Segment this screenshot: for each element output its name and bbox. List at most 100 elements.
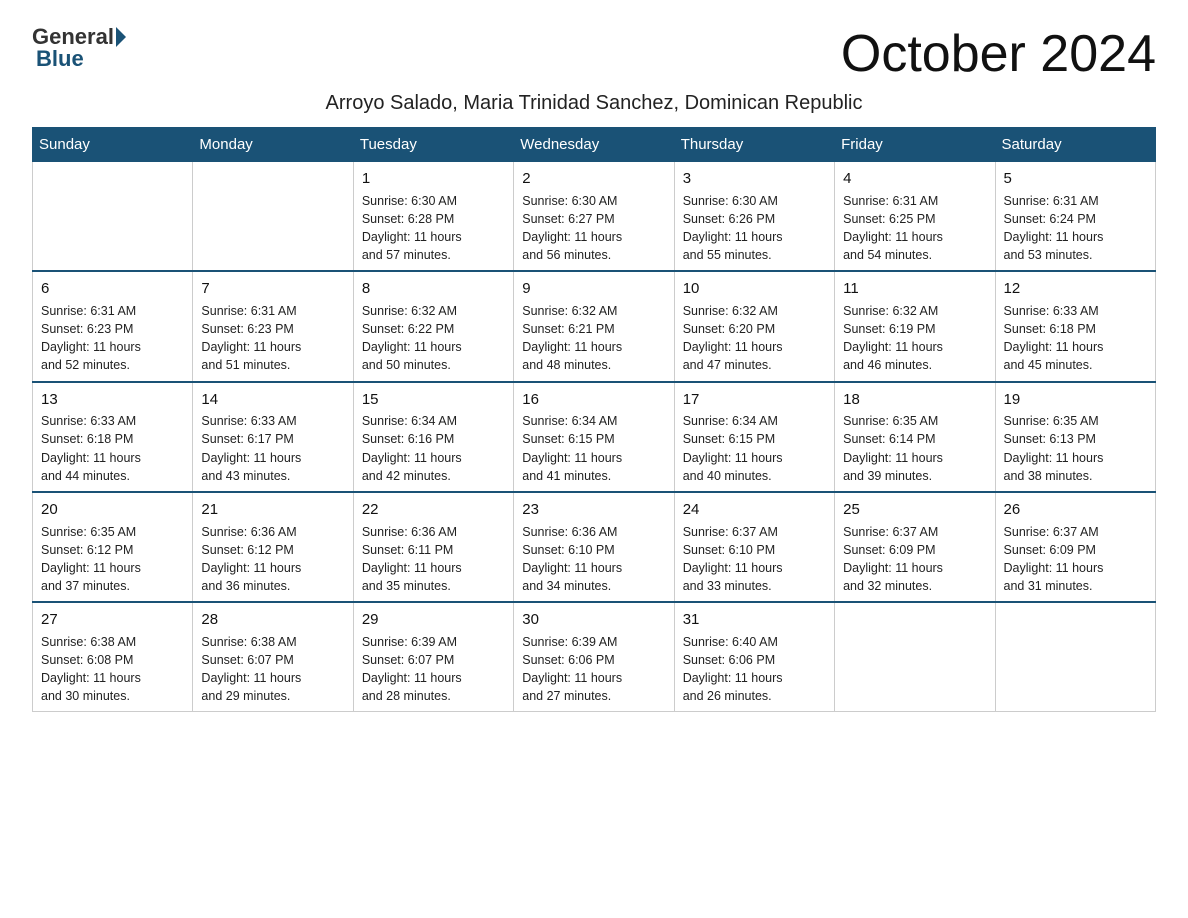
calendar-subtitle: Arroyo Salado, Maria Trinidad Sanchez, D… (32, 92, 1156, 115)
calendar-cell: 12Sunrise: 6:33 AM Sunset: 6:18 PM Dayli… (995, 271, 1155, 381)
day-info: Sunrise: 6:30 AM Sunset: 6:26 PM Dayligh… (683, 192, 826, 265)
day-info: Sunrise: 6:39 AM Sunset: 6:06 PM Dayligh… (522, 633, 665, 706)
calendar-cell: 25Sunrise: 6:37 AM Sunset: 6:09 PM Dayli… (835, 492, 995, 602)
calendar-cell: 16Sunrise: 6:34 AM Sunset: 6:15 PM Dayli… (514, 382, 674, 492)
day-info: Sunrise: 6:34 AM Sunset: 6:15 PM Dayligh… (522, 412, 665, 485)
calendar-week-3: 13Sunrise: 6:33 AM Sunset: 6:18 PM Dayli… (33, 382, 1156, 492)
day-info: Sunrise: 6:34 AM Sunset: 6:15 PM Dayligh… (683, 412, 826, 485)
calendar-cell: 27Sunrise: 6:38 AM Sunset: 6:08 PM Dayli… (33, 602, 193, 712)
day-of-week-monday: Monday (193, 128, 353, 162)
day-number: 5 (1004, 168, 1147, 190)
day-number: 21 (201, 499, 344, 521)
day-number: 6 (41, 278, 184, 300)
day-info: Sunrise: 6:35 AM Sunset: 6:13 PM Dayligh… (1004, 412, 1147, 485)
day-info: Sunrise: 6:38 AM Sunset: 6:07 PM Dayligh… (201, 633, 344, 706)
header: General Blue October 2024 (32, 24, 1156, 84)
day-number: 10 (683, 278, 826, 300)
day-info: Sunrise: 6:33 AM Sunset: 6:17 PM Dayligh… (201, 412, 344, 485)
day-of-week-wednesday: Wednesday (514, 128, 674, 162)
day-info: Sunrise: 6:38 AM Sunset: 6:08 PM Dayligh… (41, 633, 184, 706)
day-number: 8 (362, 278, 505, 300)
calendar-week-1: 1Sunrise: 6:30 AM Sunset: 6:28 PM Daylig… (33, 162, 1156, 272)
day-number: 25 (843, 499, 986, 521)
calendar-week-2: 6Sunrise: 6:31 AM Sunset: 6:23 PM Daylig… (33, 271, 1156, 381)
day-number: 23 (522, 499, 665, 521)
day-number: 20 (41, 499, 184, 521)
day-of-week-saturday: Saturday (995, 128, 1155, 162)
day-info: Sunrise: 6:40 AM Sunset: 6:06 PM Dayligh… (683, 633, 826, 706)
day-info: Sunrise: 6:32 AM Sunset: 6:20 PM Dayligh… (683, 302, 826, 375)
calendar-cell: 26Sunrise: 6:37 AM Sunset: 6:09 PM Dayli… (995, 492, 1155, 602)
day-info: Sunrise: 6:33 AM Sunset: 6:18 PM Dayligh… (41, 412, 184, 485)
day-info: Sunrise: 6:32 AM Sunset: 6:19 PM Dayligh… (843, 302, 986, 375)
calendar-cell: 21Sunrise: 6:36 AM Sunset: 6:12 PM Dayli… (193, 492, 353, 602)
day-info: Sunrise: 6:36 AM Sunset: 6:12 PM Dayligh… (201, 523, 344, 596)
day-info: Sunrise: 6:37 AM Sunset: 6:09 PM Dayligh… (1004, 523, 1147, 596)
day-number: 15 (362, 389, 505, 411)
calendar-week-5: 27Sunrise: 6:38 AM Sunset: 6:08 PM Dayli… (33, 602, 1156, 712)
calendar-cell: 31Sunrise: 6:40 AM Sunset: 6:06 PM Dayli… (674, 602, 834, 712)
calendar-week-4: 20Sunrise: 6:35 AM Sunset: 6:12 PM Dayli… (33, 492, 1156, 602)
day-number: 26 (1004, 499, 1147, 521)
day-of-week-thursday: Thursday (674, 128, 834, 162)
calendar-cell: 5Sunrise: 6:31 AM Sunset: 6:24 PM Daylig… (995, 162, 1155, 272)
month-title: October 2024 (841, 24, 1156, 84)
calendar-cell: 20Sunrise: 6:35 AM Sunset: 6:12 PM Dayli… (33, 492, 193, 602)
calendar-cell: 8Sunrise: 6:32 AM Sunset: 6:22 PM Daylig… (353, 271, 513, 381)
calendar-table: SundayMondayTuesdayWednesdayThursdayFrid… (32, 127, 1156, 712)
calendar-cell: 9Sunrise: 6:32 AM Sunset: 6:21 PM Daylig… (514, 271, 674, 381)
day-info: Sunrise: 6:37 AM Sunset: 6:10 PM Dayligh… (683, 523, 826, 596)
day-info: Sunrise: 6:36 AM Sunset: 6:11 PM Dayligh… (362, 523, 505, 596)
calendar-cell: 4Sunrise: 6:31 AM Sunset: 6:25 PM Daylig… (835, 162, 995, 272)
calendar-cell: 19Sunrise: 6:35 AM Sunset: 6:13 PM Dayli… (995, 382, 1155, 492)
day-info: Sunrise: 6:33 AM Sunset: 6:18 PM Dayligh… (1004, 302, 1147, 375)
logo-blue-text: Blue (32, 46, 84, 72)
day-info: Sunrise: 6:32 AM Sunset: 6:21 PM Dayligh… (522, 302, 665, 375)
day-number: 13 (41, 389, 184, 411)
day-info: Sunrise: 6:31 AM Sunset: 6:23 PM Dayligh… (41, 302, 184, 375)
day-number: 11 (843, 278, 986, 300)
day-number: 4 (843, 168, 986, 190)
day-info: Sunrise: 6:30 AM Sunset: 6:28 PM Dayligh… (362, 192, 505, 265)
day-number: 29 (362, 609, 505, 631)
calendar-cell: 1Sunrise: 6:30 AM Sunset: 6:28 PM Daylig… (353, 162, 513, 272)
days-of-week-row: SundayMondayTuesdayWednesdayThursdayFrid… (33, 128, 1156, 162)
day-number: 30 (522, 609, 665, 631)
calendar-body: 1Sunrise: 6:30 AM Sunset: 6:28 PM Daylig… (33, 162, 1156, 712)
calendar-cell: 14Sunrise: 6:33 AM Sunset: 6:17 PM Dayli… (193, 382, 353, 492)
calendar-cell: 11Sunrise: 6:32 AM Sunset: 6:19 PM Dayli… (835, 271, 995, 381)
calendar-cell: 2Sunrise: 6:30 AM Sunset: 6:27 PM Daylig… (514, 162, 674, 272)
day-info: Sunrise: 6:31 AM Sunset: 6:24 PM Dayligh… (1004, 192, 1147, 265)
calendar-cell: 10Sunrise: 6:32 AM Sunset: 6:20 PM Dayli… (674, 271, 834, 381)
logo-arrow-icon (116, 27, 126, 47)
day-info: Sunrise: 6:36 AM Sunset: 6:10 PM Dayligh… (522, 523, 665, 596)
day-number: 28 (201, 609, 344, 631)
day-info: Sunrise: 6:37 AM Sunset: 6:09 PM Dayligh… (843, 523, 986, 596)
calendar-cell: 3Sunrise: 6:30 AM Sunset: 6:26 PM Daylig… (674, 162, 834, 272)
day-info: Sunrise: 6:35 AM Sunset: 6:12 PM Dayligh… (41, 523, 184, 596)
day-info: Sunrise: 6:32 AM Sunset: 6:22 PM Dayligh… (362, 302, 505, 375)
calendar-cell: 24Sunrise: 6:37 AM Sunset: 6:10 PM Dayli… (674, 492, 834, 602)
day-info: Sunrise: 6:31 AM Sunset: 6:25 PM Dayligh… (843, 192, 986, 265)
day-info: Sunrise: 6:34 AM Sunset: 6:16 PM Dayligh… (362, 412, 505, 485)
calendar-cell: 13Sunrise: 6:33 AM Sunset: 6:18 PM Dayli… (33, 382, 193, 492)
day-number: 7 (201, 278, 344, 300)
calendar-cell: 7Sunrise: 6:31 AM Sunset: 6:23 PM Daylig… (193, 271, 353, 381)
day-number: 24 (683, 499, 826, 521)
day-number: 2 (522, 168, 665, 190)
calendar-cell: 17Sunrise: 6:34 AM Sunset: 6:15 PM Dayli… (674, 382, 834, 492)
day-of-week-sunday: Sunday (33, 128, 193, 162)
day-number: 19 (1004, 389, 1147, 411)
day-number: 16 (522, 389, 665, 411)
calendar-cell: 15Sunrise: 6:34 AM Sunset: 6:16 PM Dayli… (353, 382, 513, 492)
day-number: 31 (683, 609, 826, 631)
calendar-cell (995, 602, 1155, 712)
day-of-week-friday: Friday (835, 128, 995, 162)
calendar-cell: 28Sunrise: 6:38 AM Sunset: 6:07 PM Dayli… (193, 602, 353, 712)
day-number: 27 (41, 609, 184, 631)
day-number: 18 (843, 389, 986, 411)
day-number: 12 (1004, 278, 1147, 300)
calendar-cell: 22Sunrise: 6:36 AM Sunset: 6:11 PM Dayli… (353, 492, 513, 602)
calendar-header: SundayMondayTuesdayWednesdayThursdayFrid… (33, 128, 1156, 162)
calendar-cell (193, 162, 353, 272)
